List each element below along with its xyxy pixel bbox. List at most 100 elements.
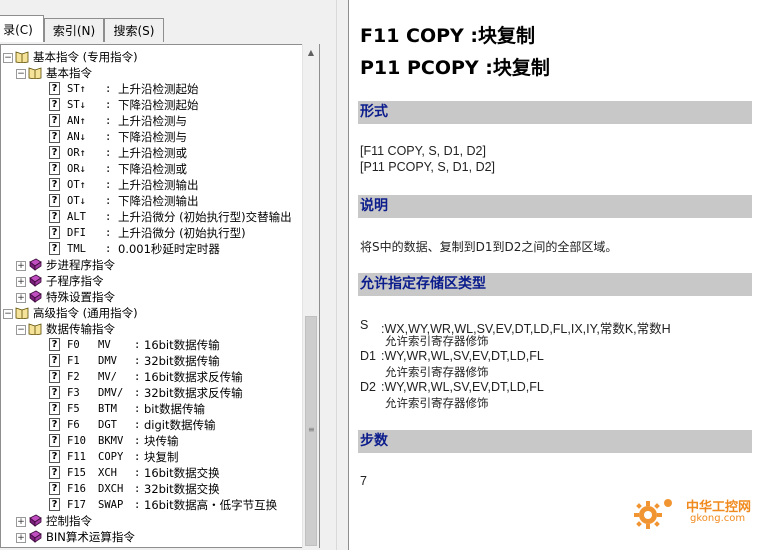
- topic-separator: :: [134, 339, 141, 351]
- topic-description: 上升沿检测起始: [118, 82, 199, 96]
- collapse-toggle-icon[interactable]: −: [3, 53, 13, 63]
- scroll-up-arrow-icon[interactable]: ▲: [303, 44, 319, 61]
- topic-code: ST↓: [67, 99, 86, 111]
- tree-topic-basic-5[interactable]: ? OR↓: 下降沿检测或: [1, 161, 319, 177]
- help-topic-icon: ?: [49, 338, 60, 351]
- topic-code: OT↑: [67, 179, 86, 191]
- tree-topic-basic-9[interactable]: ? DFI: 上升沿微分 (初始执行型): [1, 225, 319, 241]
- tree-topic-advanced-5[interactable]: ? F6 DGT: digit数据传输: [1, 417, 319, 433]
- help-topic-icon: ?: [49, 482, 60, 495]
- help-topic-icon: ?: [49, 130, 60, 143]
- topic-separator: :: [105, 83, 112, 95]
- tree-item-data-transfer[interactable]: − 数据传输指令: [1, 321, 319, 337]
- topic-description: 32bit数据求反传输: [144, 386, 243, 400]
- section-areas-heading: 允许指定存储区类型: [358, 273, 752, 296]
- collapse-toggle-icon[interactable]: −: [16, 325, 26, 335]
- topic-code: F1: [67, 355, 80, 367]
- tree-topic-basic-6[interactable]: ? OT↑: 上升沿检测输出: [1, 177, 319, 193]
- area-s-label: S: [360, 318, 369, 332]
- tree-item-basic-other-0[interactable]: + 步进程序指令: [1, 257, 319, 273]
- tree-topic-basic-7[interactable]: ? OT↓: 下降沿检测输出: [1, 193, 319, 209]
- pane-splitter[interactable]: [336, 0, 348, 550]
- tree-topic-basic-1[interactable]: ? ST↓: 下降沿检测起始: [1, 97, 319, 113]
- area-s-note: 允许索引寄存器修饰: [385, 334, 489, 348]
- tree-topic-basic-10[interactable]: ? TML:0.001秒延时定时器: [1, 241, 319, 257]
- topic-code: F3: [67, 387, 80, 399]
- topic-title-f11: F11 COPY :块复制: [360, 25, 536, 47]
- tree-item-basic-other-1[interactable]: + 子程序指令: [1, 273, 319, 289]
- topic-code: F11: [67, 451, 86, 463]
- topic-description: 16bit数据求反传输: [144, 370, 243, 384]
- watermark-url-text: gkong.com: [690, 513, 746, 524]
- collapse-toggle-icon[interactable]: −: [16, 69, 26, 79]
- tree-topic-advanced-3[interactable]: ? F3 DMV/:32bit数据求反传输: [1, 385, 319, 401]
- help-topic-content: F11 COPY :块复制 P11 PCOPY :块复制 形式 [F11 COP…: [348, 0, 763, 550]
- topic-mnemonic: MV: [98, 339, 111, 351]
- topic-separator: :: [105, 195, 112, 207]
- topic-description: 块传输: [144, 434, 179, 448]
- topic-description: 下降沿检测输出: [118, 194, 199, 208]
- format-line-p11: [P11 PCOPY, S, D1, D2]: [360, 160, 496, 174]
- tree-item-basic-instructions[interactable]: − 基本指令 (专用指令): [1, 49, 319, 65]
- tree-topic-advanced-6[interactable]: ? F10 BKMV: 块传输: [1, 433, 319, 449]
- expand-toggle-icon[interactable]: +: [16, 533, 26, 543]
- tree-topic-advanced-4[interactable]: ? F5 BTM: bit数据传输: [1, 401, 319, 417]
- help-topic-icon: ?: [49, 98, 60, 111]
- topic-description: 上升沿微分 (初始执行型): [118, 226, 246, 240]
- collapse-toggle-icon[interactable]: −: [3, 309, 13, 319]
- expand-toggle-icon[interactable]: +: [16, 517, 26, 527]
- topic-description: digit数据传输: [144, 418, 216, 432]
- topic-description: 上升沿微分 (初始执行型)交替输出: [118, 210, 292, 224]
- tree-topic-basic-3[interactable]: ? AN↓: 下降沿检测与: [1, 129, 319, 145]
- help-topic-icon: ?: [49, 466, 60, 479]
- tree-scrollbar[interactable]: ▲ ≡: [302, 44, 319, 548]
- tree-topic-basic-8[interactable]: ? ALT: 上升沿微分 (初始执行型)交替输出: [1, 209, 319, 225]
- topic-separator: :: [134, 499, 141, 511]
- tree-topic-basic-2[interactable]: ? AN↑: 上升沿检测与: [1, 113, 319, 129]
- tree-topic-basic-0[interactable]: ? ST↑: 上升沿检测起始: [1, 81, 319, 97]
- topic-separator: :: [134, 419, 141, 431]
- expand-toggle-icon[interactable]: +: [16, 277, 26, 287]
- topic-mnemonic: DGT: [98, 419, 117, 431]
- tree-topic-advanced-0[interactable]: ? F0 MV:16bit数据传输: [1, 337, 319, 353]
- help-topic-icon: ?: [49, 354, 60, 367]
- topic-code: F16: [67, 483, 86, 495]
- topic-code: F15: [67, 467, 86, 479]
- help-topic-icon: ?: [49, 498, 60, 511]
- tree-topic-advanced-7[interactable]: ? F11 COPY: 块复制: [1, 449, 319, 465]
- tree-folder-label: 数据传输指令: [46, 322, 115, 336]
- topic-code: F6: [67, 419, 80, 431]
- tree-topic-advanced-10[interactable]: ? F17 SWAP:16bit数据高・低字节互换: [1, 497, 319, 513]
- open-book-icon: [15, 306, 29, 320]
- topic-mnemonic: DMV: [98, 355, 117, 367]
- topic-separator: :: [134, 435, 141, 447]
- tree-item-advanced-other-0[interactable]: + 控制指令: [1, 513, 319, 529]
- tab-index[interactable]: 索引(N): [44, 18, 104, 42]
- tab-search[interactable]: 搜索(S): [104, 18, 164, 42]
- topic-separator: :: [105, 211, 112, 223]
- tree-item-basic-other-2[interactable]: + 特殊设置指令: [1, 289, 319, 305]
- tree-topic-basic-4[interactable]: ? OR↑: 上升沿检测或: [1, 145, 319, 161]
- topic-code: ST↑: [67, 83, 86, 95]
- help-topic-icon: ?: [49, 242, 60, 255]
- expand-toggle-icon[interactable]: +: [16, 261, 26, 271]
- topic-separator: :: [105, 163, 112, 175]
- help-topic-icon: ?: [49, 162, 60, 175]
- tree-item-advanced-other-1[interactable]: + BIN算术运算指令: [1, 529, 319, 545]
- tree-topic-advanced-8[interactable]: ? F15 XCH:16bit数据交换: [1, 465, 319, 481]
- topic-description: 32bit数据传输: [144, 354, 220, 368]
- tree-item-advanced-instructions[interactable]: − 高级指令 (通用指令): [1, 305, 319, 321]
- topic-description: 块复制: [144, 450, 179, 464]
- topic-description: 上升沿检测或: [118, 146, 187, 160]
- tree-topic-advanced-2[interactable]: ? F2 MV/:16bit数据求反传输: [1, 369, 319, 385]
- topic-mnemonic: MV/: [98, 371, 117, 383]
- expand-toggle-icon[interactable]: +: [16, 293, 26, 303]
- tree-topic-advanced-9[interactable]: ? F16 DXCH:32bit数据交换: [1, 481, 319, 497]
- tree-topic-advanced-1[interactable]: ? F1 DMV:32bit数据传输: [1, 353, 319, 369]
- tree-item-basic-sub[interactable]: − 基本指令: [1, 65, 319, 81]
- topic-description: 16bit数据高・低字节互换: [144, 498, 278, 512]
- closed-book-icon: [28, 530, 42, 543]
- tab-contents[interactable]: 录(C): [0, 15, 44, 42]
- format-line-f11: [F11 COPY, S, D1, D2]: [360, 144, 486, 158]
- topic-separator: :: [134, 483, 141, 495]
